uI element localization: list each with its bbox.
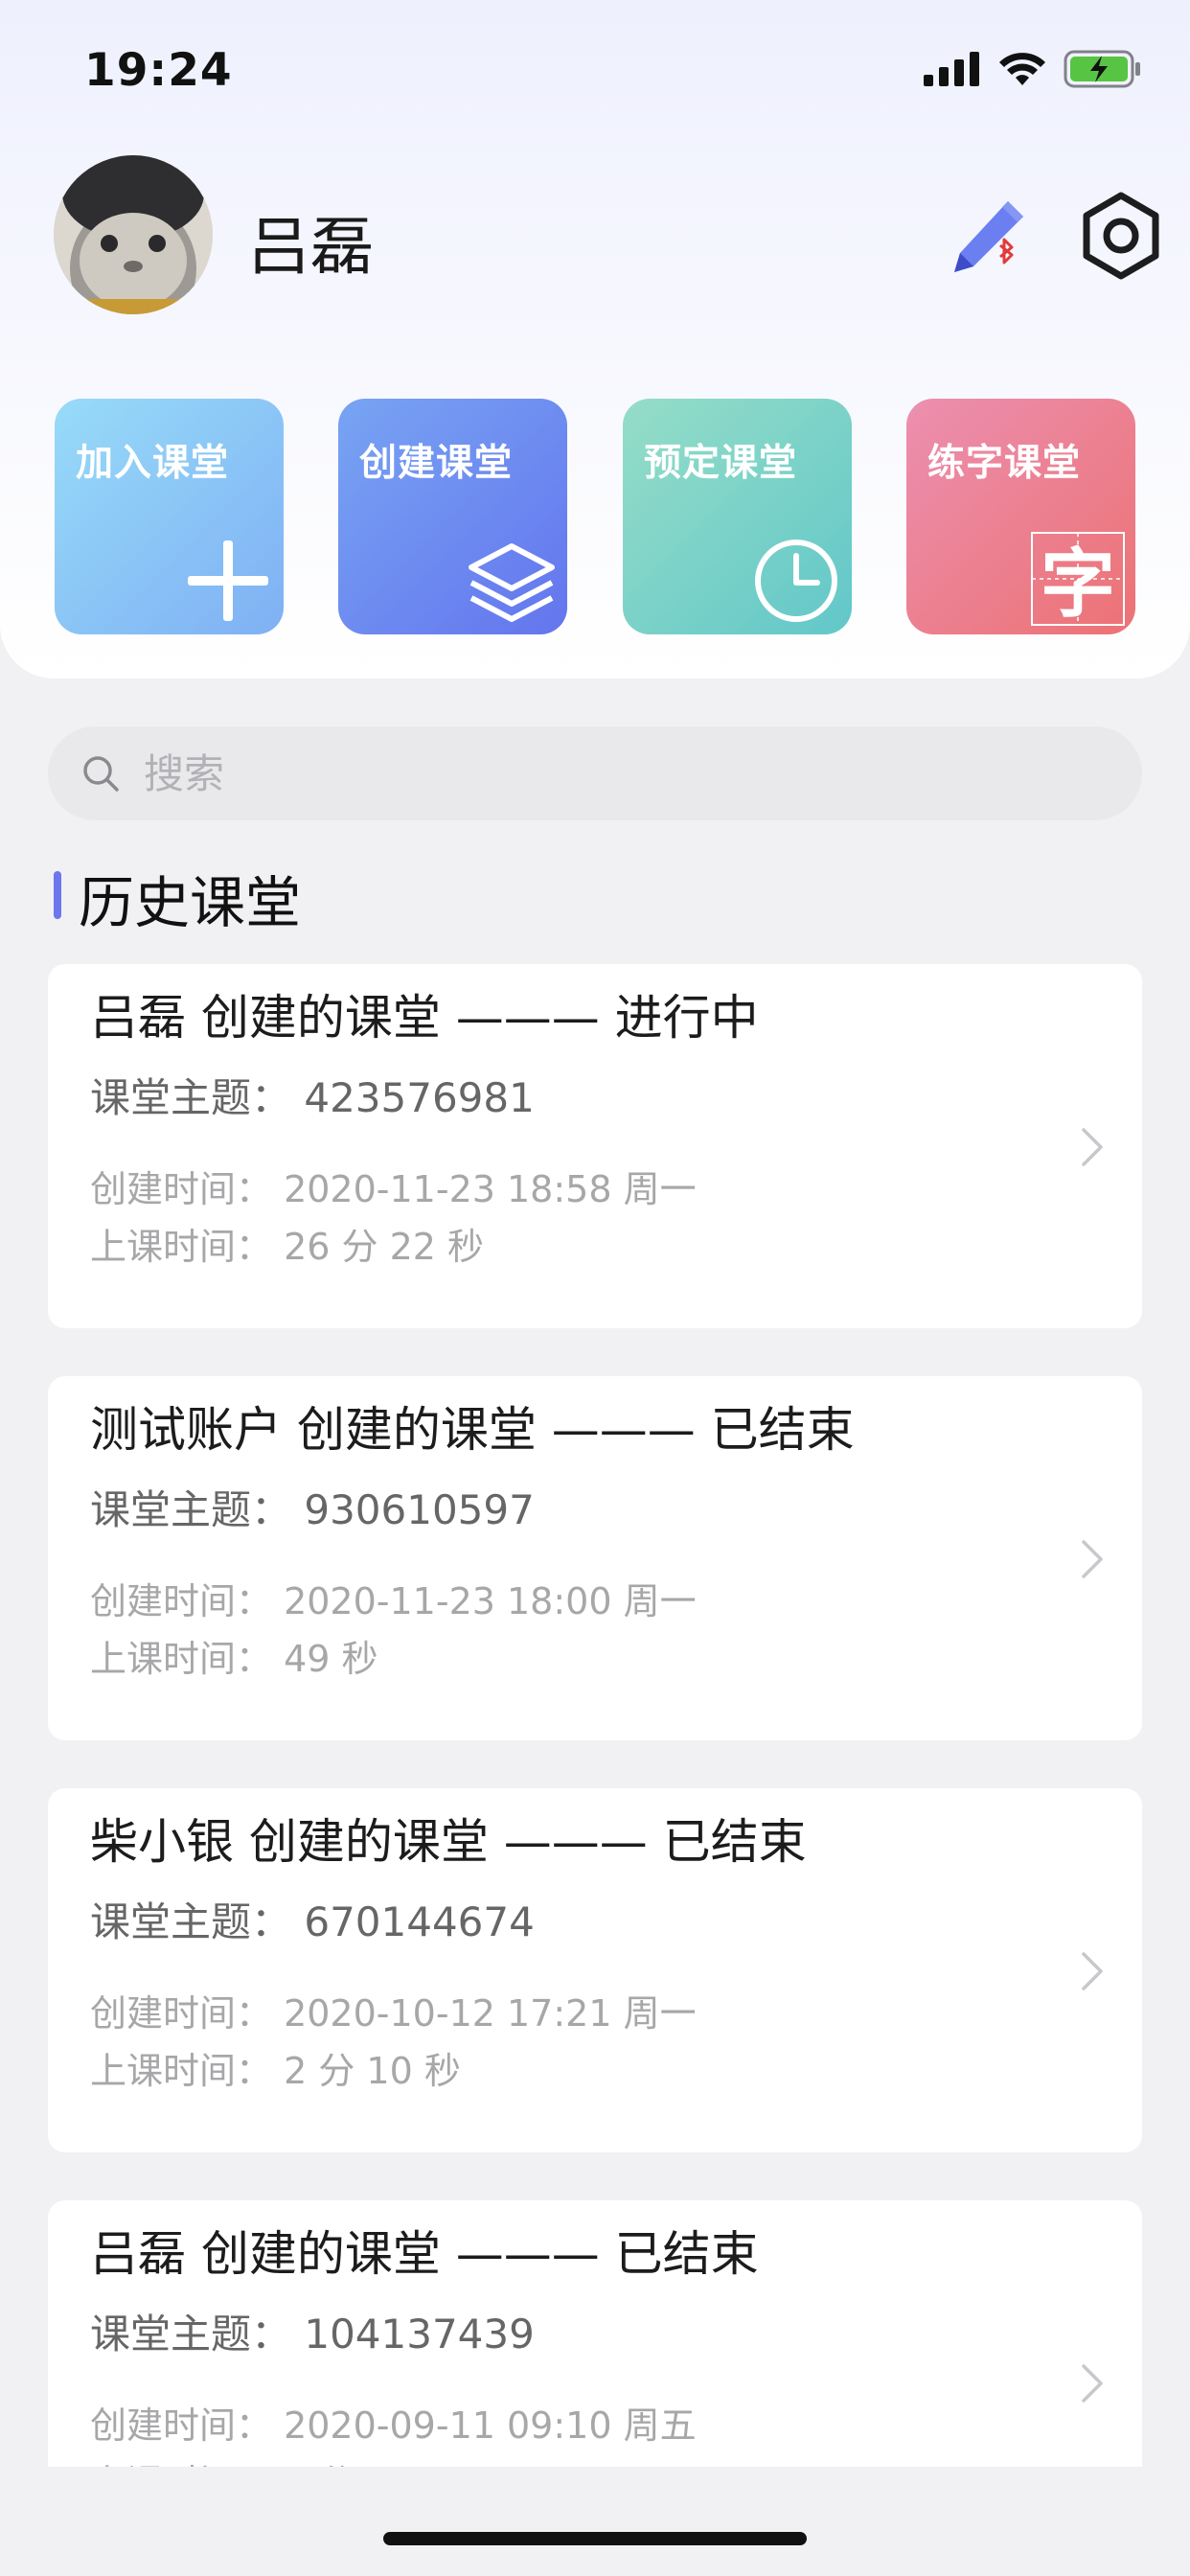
card-created-time: 创建时间： 2020-10-12 17:21 周一 [90, 1992, 697, 2035]
card-topic: 课堂主题： 423576981 [90, 1074, 535, 1121]
status-icons [924, 50, 1142, 88]
svg-text:字: 字 [1041, 541, 1115, 628]
calligraphy-class-card[interactable]: 练字课堂 字 [906, 399, 1135, 634]
chevron-right-icon [1082, 1952, 1103, 1990]
card-title: 测试账户 创建的课堂 ——— 已结束 [90, 1402, 855, 1458]
card-duration: 上课时间： 49 秒 [90, 1638, 378, 1680]
card-duration: 上课时间： 2 分 10 秒 [90, 2050, 461, 2092]
card-title: 吕磊 创建的课堂 ——— 进行中 [90, 990, 759, 1046]
bluetooth-pen-button[interactable] [945, 196, 1031, 282]
history-list[interactable]: 吕磊 创建的课堂 ——— 进行中 课堂主题： 423576981 创建时间： 2… [0, 958, 1190, 2467]
settings-hexagon-icon [1083, 192, 1159, 280]
card-created-time: 创建时间： 2020-11-23 18:00 周一 [90, 1580, 697, 1622]
quick-actions: 加入课堂 创建课堂 预定课堂 练字课堂 字 [55, 399, 1135, 634]
user-name: 吕磊 [247, 210, 374, 284]
clock-icon [755, 540, 837, 622]
join-class-label: 加入课堂 [76, 442, 230, 485]
layers-icon [469, 543, 555, 622]
history-card[interactable]: 吕磊 创建的课堂 ——— 进行中 课堂主题： 423576981 创建时间： 2… [48, 964, 1142, 1328]
card-title: 柴小银 创建的课堂 ——— 已结束 [90, 1814, 807, 1870]
chevron-right-icon [1082, 1128, 1103, 1166]
history-card[interactable]: 吕磊 创建的课堂 ——— 已结束 课堂主题： 104137439 创建时间： 2… [48, 2200, 1142, 2467]
chevron-right-icon [1082, 2364, 1103, 2403]
chevron-right-icon [1082, 1540, 1103, 1578]
cellular-signal-icon [924, 52, 979, 86]
card-topic: 课堂主题： 670144674 [90, 1898, 535, 1945]
schedule-class-label: 预定课堂 [644, 442, 798, 485]
plus-icon [188, 540, 268, 621]
schedule-class-card[interactable]: 预定课堂 [623, 399, 852, 634]
card-created-time: 创建时间： 2020-11-23 18:58 周一 [90, 1168, 697, 1210]
home-indicator[interactable] [383, 2532, 807, 2545]
calligraphy-class-label: 练字课堂 [927, 442, 1082, 485]
wifi-icon [999, 53, 1045, 85]
card-topic: 课堂主题： 104137439 [90, 2311, 535, 2358]
card-duration: 上课时间： 1 分 [90, 2453, 355, 2467]
card-created-time: 创建时间： 2020-09-11 09:10 周五 [90, 2404, 697, 2447]
history-title: 历史课堂 [79, 870, 302, 935]
penguin-avatar-image [54, 155, 213, 314]
card-topic: 课堂主题： 930610597 [90, 1486, 535, 1533]
status-time: 19:24 [84, 44, 233, 97]
settings-button[interactable] [1073, 188, 1169, 284]
profile-header: 吕磊 [54, 155, 1159, 314]
create-class-label: 创建课堂 [359, 442, 514, 485]
join-class-card[interactable]: 加入课堂 [55, 399, 284, 634]
history-card[interactable]: 柴小银 创建的课堂 ——— 已结束 课堂主题： 670144674 创建时间： … [48, 1788, 1142, 2152]
card-title: 吕磊 创建的课堂 ——— 已结束 [90, 2226, 759, 2282]
bluetooth-pen-icon [954, 201, 1023, 272]
avatar[interactable] [54, 155, 213, 314]
create-class-card[interactable]: 创建课堂 [338, 399, 567, 634]
section-accent-bar [54, 871, 61, 919]
search-icon [83, 756, 119, 792]
status-bar: 19:24 [0, 0, 1190, 144]
search-bar[interactable] [48, 726, 1142, 820]
card-duration: 上课时间： 26 分 22 秒 [90, 1226, 485, 1268]
zi-character-icon: 字 [1031, 532, 1125, 628]
history-card[interactable]: 测试账户 创建的课堂 ——— 已结束 课堂主题： 930610597 创建时间：… [48, 1376, 1142, 1740]
search-input[interactable] [144, 740, 1102, 807]
battery-charging-icon [1064, 50, 1140, 88]
